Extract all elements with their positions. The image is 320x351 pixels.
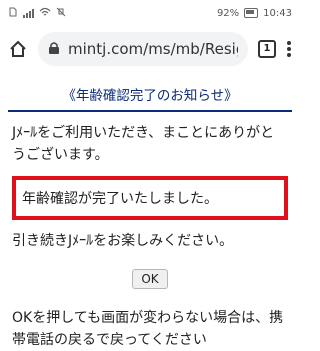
status-icons-left [8, 7, 66, 20]
battery-icon [244, 8, 259, 18]
tab-switcher-button[interactable]: 1 [258, 40, 276, 58]
status-bar: 92% 10:43 [0, 0, 300, 26]
sim-icon [8, 7, 18, 20]
ok-button[interactable]: OK [132, 269, 168, 289]
mute-icon [56, 7, 66, 20]
signal-icon [23, 8, 34, 18]
more-menu-icon[interactable] [286, 40, 292, 58]
url-bar[interactable]: mintj.com/ms/mb/Resig [38, 32, 248, 66]
note-text: OKを押しても画面が変わらない場合は、携帯電話の戻るで戻ってください [12, 310, 284, 348]
browser-toolbar: mintj.com/ms/mb/Resig 1 [0, 26, 300, 72]
lock-icon [48, 40, 60, 59]
battery-percent: 92% [216, 7, 240, 19]
status-icons-right: 92% 10:43 [217, 8, 292, 19]
clock: 10:43 [263, 7, 292, 19]
home-icon[interactable] [8, 39, 28, 59]
continue-text: 引き続きJﾒｰﾙをお楽しみください。 [12, 233, 234, 249]
intro-text: Jﾒｰﾙをご利用いただき、まことにありがとうございます。 [12, 125, 275, 163]
page-content: 《年齢確認完了のお知らせ》 Jﾒｰﾙをご利用いただき、まことにありがとうございま… [0, 80, 300, 351]
ok-button-wrap: OK [8, 268, 292, 289]
page-title: 《年齢確認完了のお知らせ》 [8, 80, 292, 112]
wifi-icon [39, 7, 51, 20]
url-text: mintj.com/ms/mb/Resig [68, 40, 238, 58]
confirmation-message: 年齢確認が完了いたしました。 [12, 176, 288, 220]
